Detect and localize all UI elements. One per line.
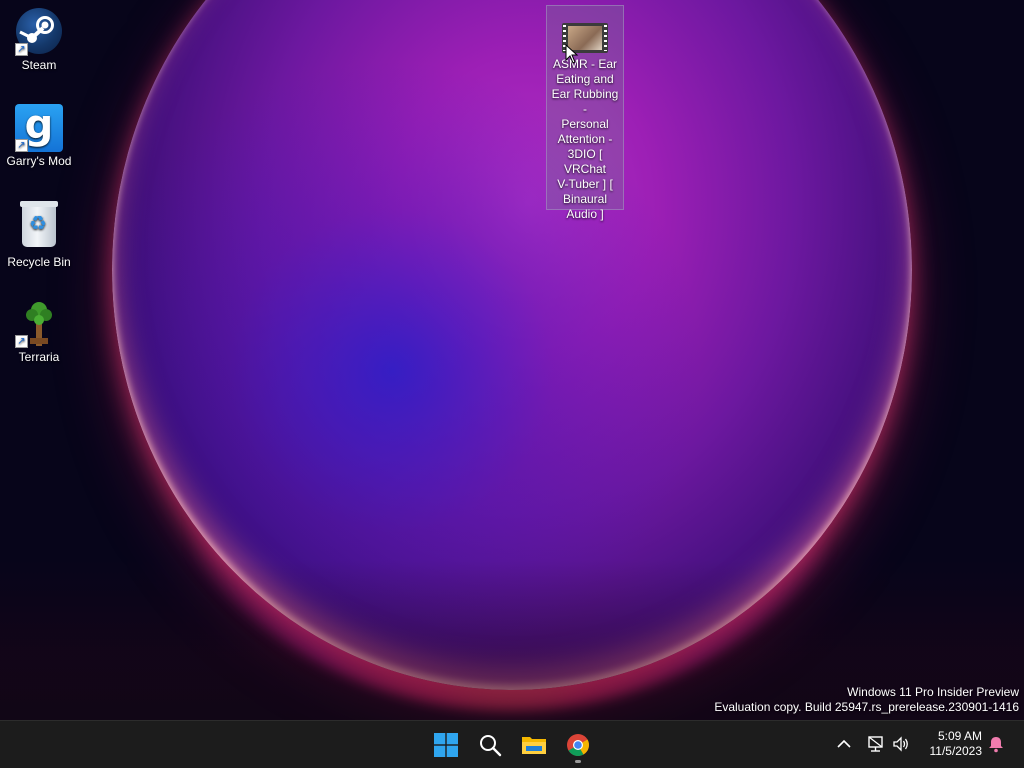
- notification-bell-icon[interactable]: [986, 734, 1006, 754]
- clock[interactable]: 5:09 AM 11/5/2023: [918, 729, 983, 759]
- windows-watermark: Windows 11 Pro Insider Preview Evaluatio…: [714, 685, 1019, 715]
- desktop-icon-label: Steam: [21, 58, 57, 72]
- watermark-edition: Windows 11 Pro Insider Preview: [847, 685, 1019, 699]
- desktop-icon-recycle-bin[interactable]: ♻ Recycle Bin: [0, 201, 78, 270]
- network-icon[interactable]: [866, 734, 886, 754]
- garrys-mod-icon: g ↗: [15, 104, 63, 152]
- folder-icon: [522, 737, 546, 754]
- desktop-file-video-selected[interactable]: ASMR - Ear Eating and Ear Rubbing - Pers…: [546, 5, 624, 221]
- shortcut-arrow-icon: ↗: [15, 139, 28, 152]
- file-explorer-button[interactable]: [514, 725, 554, 765]
- file-label-line: VRChat: [563, 162, 607, 176]
- file-label-line: Ear Rubbing -: [551, 87, 619, 116]
- search-icon: [480, 735, 502, 757]
- chrome-icon: [567, 734, 589, 756]
- desktop-icon-label: Recycle Bin: [7, 255, 71, 269]
- running-indicator: [575, 760, 581, 763]
- volume-icon[interactable]: [891, 734, 911, 754]
- chrome-button[interactable]: [558, 725, 598, 765]
- file-label-line: Audio ]: [566, 207, 604, 221]
- shortcut-arrow-icon: ↗: [15, 43, 28, 56]
- search-button[interactable]: [470, 725, 510, 765]
- windows-start-icon: [434, 733, 458, 757]
- clock-date: 11/5/2023: [929, 744, 983, 758]
- desktop-icon-label: Garry's Mod: [6, 154, 72, 168]
- file-label-line: Attention -: [557, 132, 613, 146]
- start-button[interactable]: [426, 725, 466, 765]
- desktop[interactable]: ↗ Steam g ↗ Garry's Mod ♻ Recycle Bin ↗ …: [0, 0, 1024, 720]
- terraria-icon: ↗: [15, 300, 63, 348]
- file-label-line: V-Tuber ] [: [557, 177, 613, 191]
- clock-time: 5:09 AM: [937, 729, 982, 743]
- shortcut-arrow-icon: ↗: [15, 335, 28, 348]
- desktop-icon-garrys-mod[interactable]: g ↗ Garry's Mod: [0, 104, 78, 169]
- chevron-up-icon[interactable]: [834, 734, 854, 754]
- recycle-bin-icon: ♻: [15, 201, 63, 253]
- watermark-build: Evaluation copy. Build 25947.rs_prerelea…: [714, 700, 1019, 714]
- file-label-line: Eating and: [556, 72, 614, 86]
- desktop-icon-terraria[interactable]: ↗ Terraria: [0, 300, 78, 365]
- mouse-cursor-icon: [565, 44, 579, 64]
- file-label-line: 3DIO [: [567, 147, 603, 161]
- desktop-icon-label: Terraria: [18, 350, 60, 364]
- file-label-line: Binaural: [562, 192, 608, 206]
- file-label-line: Personal: [561, 117, 609, 131]
- desktop-icon-steam[interactable]: ↗ Steam: [0, 8, 78, 73]
- file-label-line: ASMR - Ear: [552, 57, 617, 71]
- steam-icon: ↗: [15, 8, 63, 56]
